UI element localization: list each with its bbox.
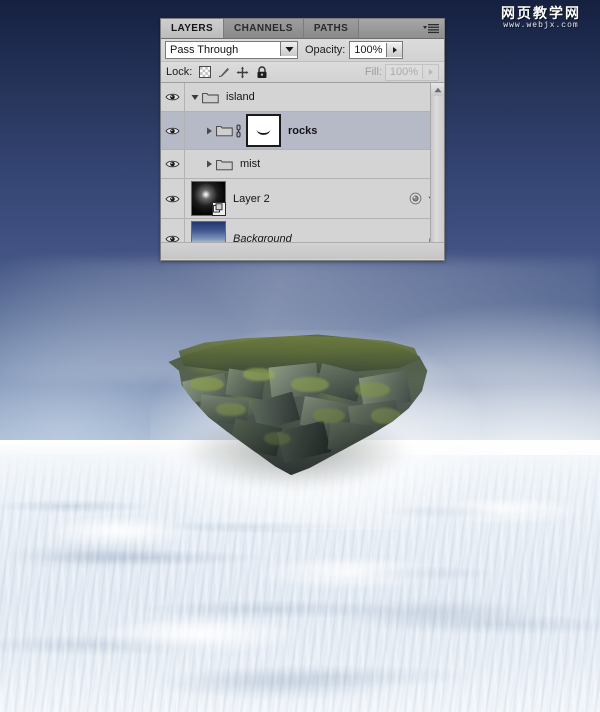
floating-rock-island <box>163 333 430 489</box>
triangle-right-icon[interactable] <box>203 127 215 135</box>
fill-field: 100% <box>385 63 439 81</box>
layer-row[interactable]: mist <box>161 150 444 179</box>
triangle-right-icon[interactable] <box>203 160 215 168</box>
eye-icon[interactable] <box>161 179 185 218</box>
eye-icon[interactable] <box>161 83 185 111</box>
blend-mode-value: Pass Through <box>170 44 239 56</box>
smart-object-icon <box>212 202 226 216</box>
lock-position-icon[interactable] <box>236 66 249 79</box>
cloud-highlight <box>250 560 450 590</box>
lock-label: Lock: <box>166 66 193 78</box>
eye-icon[interactable] <box>161 112 185 149</box>
opacity-label: Opacity: <box>305 44 346 56</box>
cloud-shadow <box>320 600 550 626</box>
layer-name: mist <box>240 158 261 170</box>
layer-list[interactable]: island rocks mist Layer 2 Background <box>161 83 444 242</box>
watermark: 网页教学网 www.webjx.com <box>487 6 595 30</box>
blend-opacity-row: Pass Through Opacity: 100% <box>161 39 444 62</box>
layer-name: island <box>226 91 255 103</box>
watermark-url: www.webjx.com <box>503 21 579 30</box>
scroll-up-icon[interactable] <box>431 83 444 97</box>
layer-row-body[interactable]: mist <box>185 150 444 178</box>
scrollbar-track[interactable] <box>431 96 444 242</box>
eye-icon[interactable] <box>161 219 185 242</box>
cloud-shadow <box>150 670 410 698</box>
opacity-value[interactable]: 100% <box>350 44 386 56</box>
link-icon[interactable] <box>233 123 244 138</box>
layer-thumbnail-image <box>192 222 225 242</box>
blend-mode-select[interactable]: Pass Through <box>165 41 298 59</box>
chevron-right-icon[interactable] <box>386 43 403 57</box>
layer-mask-thumbnail[interactable] <box>246 114 281 147</box>
layer-style-icon[interactable] <box>408 192 422 206</box>
layer-row-body[interactable]: Background <box>185 219 444 242</box>
layer-row[interactable]: Background <box>161 219 444 242</box>
layer-thumbnail[interactable] <box>191 221 226 242</box>
layer-name: Layer 2 <box>233 192 270 205</box>
folder-icon <box>215 158 233 171</box>
layer-row-body[interactable]: rocks <box>185 112 444 149</box>
cloud-highlight <box>90 620 310 654</box>
triangle-down-icon[interactable] <box>189 94 201 101</box>
layer-row[interactable]: Layer 2 <box>161 179 444 219</box>
tab-paths[interactable]: PATHS <box>303 19 360 38</box>
cloud-shadow <box>0 545 190 567</box>
layer-name: Background <box>233 232 292 243</box>
lock-image-pixels-icon[interactable] <box>217 66 230 79</box>
tab-channels[interactable]: CHANNELS <box>224 19 304 38</box>
panel-menu-icon[interactable] <box>422 23 440 35</box>
layers-panel[interactable]: LAYERS CHANNELS PATHS Pass Through Opaci… <box>160 18 445 261</box>
folder-icon <box>201 91 219 104</box>
lock-all-icon[interactable] <box>255 65 268 79</box>
layer-row[interactable]: island <box>161 83 444 112</box>
fill-value: 100% <box>389 66 419 78</box>
chevron-right-icon <box>422 65 438 79</box>
folder-icon <box>215 124 233 137</box>
layer-row-body[interactable]: island <box>185 83 444 111</box>
opacity-field[interactable]: 100% <box>349 41 404 59</box>
fill-group: Fill: 100% <box>364 63 439 81</box>
layer-name: rocks <box>288 124 318 137</box>
eye-icon[interactable] <box>161 150 185 178</box>
tab-layers[interactable]: LAYERS <box>161 19 225 38</box>
lock-row: Lock: Fill: 100% <box>161 62 444 83</box>
chevron-down-icon[interactable] <box>280 42 297 56</box>
layer-thumbnail[interactable] <box>191 181 226 216</box>
panel-tabbar: LAYERS CHANNELS PATHS <box>161 19 444 39</box>
watermark-title: 网页教学网 <box>501 5 581 21</box>
layer-row-body[interactable]: Layer 2 <box>185 179 444 218</box>
lock-transparent-pixels-icon[interactable] <box>198 66 211 79</box>
panel-bottom-bar <box>161 242 444 259</box>
fill-label: Fill: <box>364 66 382 78</box>
layer-row[interactable]: rocks <box>161 112 444 150</box>
layer-list-scrollbar[interactable] <box>430 83 444 242</box>
